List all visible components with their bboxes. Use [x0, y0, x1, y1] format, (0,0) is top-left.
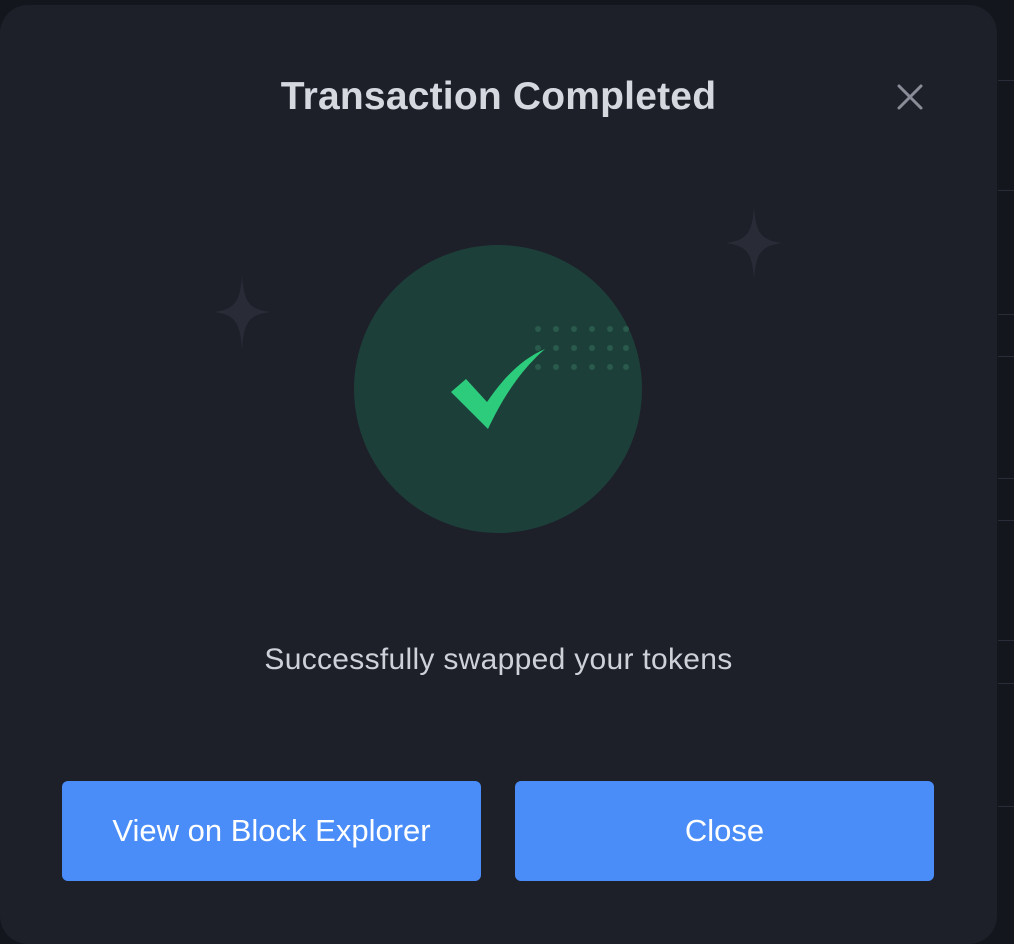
divider [998, 683, 1014, 684]
divider [998, 190, 1014, 191]
close-icon[interactable] [890, 77, 930, 117]
divider [998, 520, 1014, 521]
view-on-block-explorer-button[interactable]: View on Block Explorer [62, 781, 481, 881]
transaction-completed-modal: Transaction Completed Successfully swapp… [0, 5, 997, 944]
close-button-label: Close [684, 813, 765, 848]
close-button[interactable]: Close [515, 781, 934, 881]
success-badge [354, 245, 642, 533]
divider [998, 80, 1014, 81]
divider [998, 806, 1014, 807]
sparkle-icon [214, 275, 270, 349]
success-message: Successfully swapped your tokens [264, 643, 733, 676]
sparkle-icon [726, 207, 782, 279]
view-on-block-explorer-label: View on Block Explorer [112, 813, 431, 848]
divider [998, 356, 1014, 357]
divider [998, 314, 1014, 315]
divider [998, 478, 1014, 479]
divider [998, 640, 1014, 641]
modal-title: Transaction Completed [280, 75, 717, 118]
